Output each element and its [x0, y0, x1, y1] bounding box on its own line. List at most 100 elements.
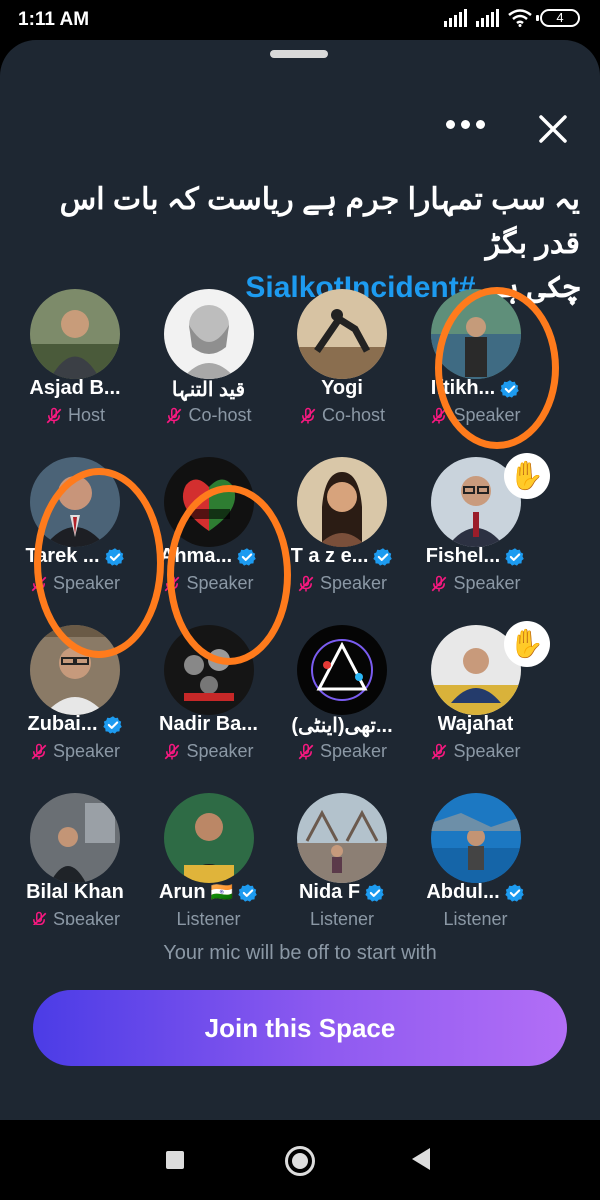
participant-role-row: Speaker	[401, 405, 551, 426]
join-space-button[interactable]: Join this Space	[33, 990, 567, 1066]
participant-role: Speaker	[52, 741, 121, 761]
avatar	[297, 625, 387, 715]
participant-role-row: Speaker	[0, 573, 150, 594]
participant-tile[interactable]: Bilal Khan Speaker	[0, 789, 150, 925]
participant-name: Tarek ...	[25, 545, 100, 567]
participant-tile[interactable]: Ahma... Speaker	[134, 453, 284, 621]
participant-name: Iftikh...	[430, 377, 496, 399]
participant-role-row: Speaker	[134, 573, 284, 594]
participant-name-row: T a z e...	[267, 545, 417, 568]
participant-name: Arun	[158, 881, 206, 903]
participant-tile[interactable]: Arun 🇮🇳 Listener	[134, 789, 284, 925]
participant-name-row: Nida F	[267, 881, 417, 904]
avatar	[430, 289, 521, 379]
mic-off-icon	[165, 575, 180, 591]
participant-name-row: Nadir Ba...	[134, 713, 284, 736]
participant-name-row: Wajahat	[401, 713, 551, 736]
participant-role: Host	[67, 405, 105, 425]
participant-role: Speaker	[453, 741, 521, 761]
verified-badge-icon	[238, 883, 257, 902]
participant-tile[interactable]: Nadir Ba... Speaker	[134, 621, 284, 789]
status-icons: 4	[444, 9, 580, 27]
participant-tile[interactable]: Zubai... Speaker	[0, 621, 150, 789]
participant-role: Speaker	[319, 573, 388, 593]
signal-icon-2	[476, 9, 499, 27]
mic-off-icon	[298, 743, 314, 759]
avatar	[163, 793, 254, 883]
participant-role-row: Co-host	[267, 405, 417, 426]
participant-tile[interactable]: Abdul... Listener	[401, 789, 551, 925]
participant-name: Wajahat	[437, 713, 514, 735]
participant-name: Ahma...	[159, 545, 233, 567]
mic-off-icon	[165, 743, 180, 759]
mic-off-icon	[432, 407, 447, 423]
navigation-bar	[0, 1120, 600, 1200]
avatar	[163, 625, 254, 715]
participant-role: Speaker	[453, 573, 521, 593]
avatar	[297, 793, 387, 883]
raised-hand-icon: ✋	[503, 453, 550, 499]
more-options-button[interactable]	[440, 104, 490, 144]
raised-hand-icon: ✋	[503, 621, 550, 667]
participant-role: Listener	[176, 909, 241, 925]
participant-role: Speaker	[319, 741, 388, 761]
participant-name-row: Asjad B...	[0, 377, 150, 400]
participant-role-row: Listener	[134, 909, 284, 925]
recent-apps-button[interactable]	[166, 1151, 184, 1169]
verified-badge-icon	[505, 547, 524, 566]
mic-note: Your mic will be off to start with	[163, 942, 437, 964]
participant-name: Asjad B...	[29, 377, 121, 399]
avatar	[297, 289, 387, 379]
participant-tile[interactable]: ✋ Fishel... Speaker	[401, 453, 551, 621]
participant-tile[interactable]: قید التنہا Co-host	[134, 285, 284, 453]
status-time: 1:11 AM	[18, 9, 90, 30]
participant-tile[interactable]: Asjad B... Host	[0, 285, 150, 453]
back-button[interactable]	[412, 1148, 430, 1170]
mic-off-icon	[432, 743, 447, 759]
participant-name: T a z e...	[290, 545, 369, 567]
participant-role-row: Speaker	[401, 741, 551, 762]
participant-name-row: Ahma...	[134, 545, 284, 568]
participant-tile[interactable]: ✋ Wajahat Speaker	[401, 621, 551, 789]
space-title-line1: یہ سب تمہارا جرم ہے ریاست کہ بات اس قدر …	[59, 183, 580, 260]
verified-badge-icon	[504, 883, 524, 902]
verified-badge-icon	[500, 379, 519, 398]
avatar	[30, 793, 120, 883]
participant-name-row: Yogi	[267, 377, 417, 400]
participant-role: Co-host	[188, 405, 252, 425]
avatar	[30, 625, 120, 715]
participant-tile[interactable]: Nida F Listener	[267, 789, 417, 925]
participant-role-row: Host	[0, 405, 150, 426]
verified-badge-icon	[237, 547, 256, 566]
close-button[interactable]	[532, 108, 574, 150]
participant-tile[interactable]: Tarek ... Speaker	[0, 453, 150, 621]
participant-name: Zubai...	[27, 713, 98, 735]
participant-role-row: Speaker	[267, 741, 417, 762]
status-bar: 1:11 AM 4	[0, 0, 600, 40]
participant-name-row: قید التنہا	[134, 377, 284, 402]
verified-badge-icon	[102, 715, 122, 734]
participant-name: Bilal Khan	[26, 881, 124, 903]
mic-off-icon	[31, 743, 47, 759]
close-icon	[539, 115, 567, 143]
participant-role: Speaker	[186, 741, 254, 761]
participant-role: Speaker	[453, 405, 521, 425]
drag-handle[interactable]	[270, 50, 328, 58]
participant-tile[interactable]: Iftikh... Speaker	[401, 285, 551, 453]
participant-tile[interactable]: Yogi Co-host	[267, 285, 417, 453]
mic-off-icon	[46, 407, 62, 423]
participant-name: Yogi	[321, 377, 363, 399]
participant-role-row: Listener	[267, 909, 417, 925]
participant-role: Speaker	[52, 909, 121, 925]
participant-name: قید التنہا	[171, 379, 246, 401]
home-button[interactable]	[285, 1146, 315, 1176]
battery-icon: 4	[536, 9, 580, 27]
participant-role-row: Speaker	[0, 741, 150, 762]
avatar	[30, 289, 120, 379]
participant-tile[interactable]: (اینٹی)تھی... Speaker	[267, 621, 417, 789]
participant-tile[interactable]: T a z e... Speaker	[267, 453, 417, 621]
avatar	[163, 289, 254, 379]
participant-role-row: Speaker	[0, 909, 150, 925]
participant-role-row: Speaker	[267, 573, 417, 594]
country-flag: 🇮🇳	[210, 882, 234, 902]
